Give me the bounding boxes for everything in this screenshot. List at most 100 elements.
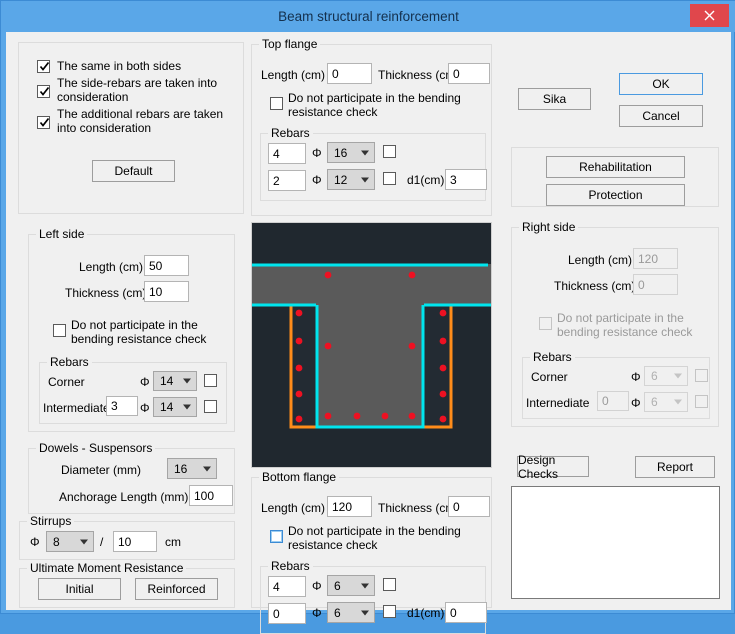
chevron-down-icon <box>183 404 191 410</box>
left-side-intermediate-count-input[interactable]: 3 <box>106 396 138 416</box>
checkbox-same-both-sides[interactable] <box>37 60 50 73</box>
reinforced-button[interactable]: Reinforced <box>135 578 218 600</box>
dowels-anchorage-input[interactable]: 100 <box>189 485 233 506</box>
top-flange-thickness-input[interactable]: 0 <box>448 63 490 84</box>
bottom-flange-no-participate-checkbox[interactable] <box>270 530 283 543</box>
rehabilitation-button[interactable]: Rehabilitation <box>546 156 685 178</box>
top-flange-rebar-row1-diameter-select[interactable]: 16 <box>327 142 375 163</box>
rehab-protection-group: Rehabilitation Protection <box>511 147 719 207</box>
bottom-flange-length-label: Length (cm) <box>261 501 326 515</box>
right-side-intermediate-count-input[interactable]: 0 <box>597 391 629 411</box>
left-side-rebars-legend: Rebars <box>47 355 92 369</box>
check-mark-icon <box>39 85 50 98</box>
top-flange-rebars-group: Rebars 4 Φ 16 2 Φ 12 d1(cm) 3 <box>260 126 487 201</box>
left-side-no-participate-label: Do not participate in the bending resist… <box>71 318 207 346</box>
ok-button[interactable]: OK <box>619 73 703 95</box>
right-side-length-input[interactable]: 120 <box>633 248 678 269</box>
left-side-intermediate-extra-checkbox[interactable] <box>204 400 217 413</box>
left-side-intermediate-phi: Φ <box>140 401 150 415</box>
sika-button[interactable]: Sika <box>518 88 591 110</box>
right-side-corner-extra-checkbox[interactable] <box>695 369 708 382</box>
report-button[interactable]: Report <box>635 456 715 478</box>
bottom-flange-legend: Bottom flange <box>259 470 340 484</box>
left-side-no-participate-checkbox[interactable] <box>53 324 66 337</box>
bottom-flange-rebar-row2-diameter-value: 6 <box>334 605 341 620</box>
stirrups-phi: Φ <box>30 535 40 549</box>
stirrups-legend: Stirrups <box>27 514 75 528</box>
stirrups-separator: / <box>100 535 104 549</box>
dowels-diameter-label: Diameter (mm) <box>61 463 141 477</box>
chevron-down-icon <box>674 399 682 405</box>
left-side-corner-extra-checkbox[interactable] <box>204 374 217 387</box>
left-side-intermediate-label: Intermediate <box>43 401 110 415</box>
title-bar: Beam structural reinforcement <box>1 1 735 32</box>
stirrups-diameter-value: 8 <box>53 534 60 549</box>
top-flange-d1-label: d1(cm) <box>407 173 445 187</box>
top-flange-rebar-row1-phi: Φ <box>312 146 322 160</box>
bottom-flange-rebar-row2-diameter-select[interactable]: 6 <box>327 602 375 623</box>
options-group: The same in both sides The side-rebars a… <box>18 42 244 214</box>
bottom-flange-rebar-row2-extra-checkbox[interactable] <box>383 605 396 618</box>
right-side-intermediate-label: Internediate <box>526 396 590 410</box>
dialog-window: Beam structural reinforcement The same i… <box>0 0 735 634</box>
bottom-flange-no-participate-label: Do not participate in the bending resist… <box>288 524 461 552</box>
right-side-thickness-input[interactable]: 0 <box>633 274 678 295</box>
right-side-legend: Right side <box>519 220 579 234</box>
chevron-down-icon <box>203 466 211 471</box>
top-flange-rebar-row2-diameter-select[interactable]: 12 <box>327 169 375 190</box>
dowels-diameter-select[interactable]: 16 <box>167 458 217 479</box>
right-side-rebars-legend: Rebars <box>530 350 575 364</box>
stirrups-diameter-select[interactable]: 8 <box>46 531 94 552</box>
dowels-group: Dowels - Suspensors Diameter (mm) 16 Anc… <box>28 441 235 514</box>
ultimate-moment-group: Ultimate Moment Resistance Initial Reinf… <box>19 561 235 608</box>
top-flange-rebar-row2-extra-checkbox[interactable] <box>383 172 396 185</box>
results-panel[interactable] <box>511 486 720 599</box>
right-side-corner-phi: Φ <box>631 370 641 384</box>
top-flange-rebar-row1-count[interactable]: 4 <box>268 143 306 164</box>
top-flange-d1-input[interactable]: 3 <box>445 169 487 190</box>
close-icon[interactable] <box>690 4 729 27</box>
default-button[interactable]: Default <box>92 160 175 182</box>
window-title: Beam structural reinforcement <box>278 9 459 24</box>
top-flange-length-label: Length (cm) <box>261 68 326 82</box>
side-jacket-right <box>423 305 453 429</box>
bottom-flange-group: Bottom flange Length (cm) 120 Thickness … <box>251 470 492 634</box>
right-side-intermediate-diameter-value: 6 <box>651 395 658 409</box>
checkbox-side-rebars[interactable] <box>37 85 50 98</box>
bottom-flange-rebar-row1-extra-checkbox[interactable] <box>383 578 396 591</box>
bottom-flange-length-input[interactable]: 120 <box>327 496 372 517</box>
left-side-corner-diameter-select[interactable]: 14 <box>153 371 197 391</box>
initial-button[interactable]: Initial <box>38 578 121 600</box>
left-side-intermediate-diameter-select[interactable]: 14 <box>153 397 197 417</box>
right-side-corner-diameter-select[interactable]: 6 <box>644 366 688 386</box>
top-flange-rebar-row1-diameter-value: 16 <box>334 145 348 160</box>
top-flange-length-input[interactable]: 0 <box>327 63 372 84</box>
left-side-thickness-input[interactable]: 10 <box>144 281 189 302</box>
left-side-corner-diameter-value: 14 <box>160 374 174 388</box>
bottom-flange-thickness-input[interactable]: 0 <box>448 496 490 517</box>
top-flange-rebar-row1-extra-checkbox[interactable] <box>383 145 396 158</box>
beam-section-svg <box>252 223 491 467</box>
right-side-intermediate-extra-checkbox[interactable] <box>695 395 708 408</box>
right-side-no-participate-checkbox[interactable] <box>539 317 552 330</box>
right-side-rebars-group: Rebars Corner Φ 6 Internediate 0 Φ 6 <box>522 350 710 419</box>
top-flange-rebar-row2-phi: Φ <box>312 173 322 187</box>
checkbox-additional-rebars[interactable] <box>37 116 50 129</box>
bottom-flange-rebar-row1-count[interactable]: 4 <box>268 576 306 597</box>
right-side-intermediate-diameter-select[interactable]: 6 <box>644 392 688 412</box>
ultimate-moment-legend: Ultimate Moment Resistance <box>27 561 187 575</box>
beam-cross-section-diagram <box>251 222 492 468</box>
bottom-flange-rebar-row1-diameter-select[interactable]: 6 <box>327 575 375 596</box>
top-flange-rebar-row2-count[interactable]: 2 <box>268 170 306 191</box>
chevron-down-icon <box>183 378 191 384</box>
left-side-length-input[interactable]: 50 <box>144 255 189 276</box>
right-side-corner-diameter-value: 6 <box>651 369 658 383</box>
design-checks-button[interactable]: Design Checks <box>517 453 589 481</box>
protection-button[interactable]: Protection <box>546 184 685 206</box>
dialog-body: The same in both sides The side-rebars a… <box>6 32 731 634</box>
bottom-flange-d1-label: d1(cm) <box>407 606 445 620</box>
top-flange-no-participate-checkbox[interactable] <box>270 97 283 110</box>
stirrups-spacing-input[interactable]: 10 <box>113 531 157 552</box>
cancel-button[interactable]: Cancel <box>619 105 703 127</box>
bottom-flange-d1-input[interactable]: 0 <box>445 602 487 623</box>
